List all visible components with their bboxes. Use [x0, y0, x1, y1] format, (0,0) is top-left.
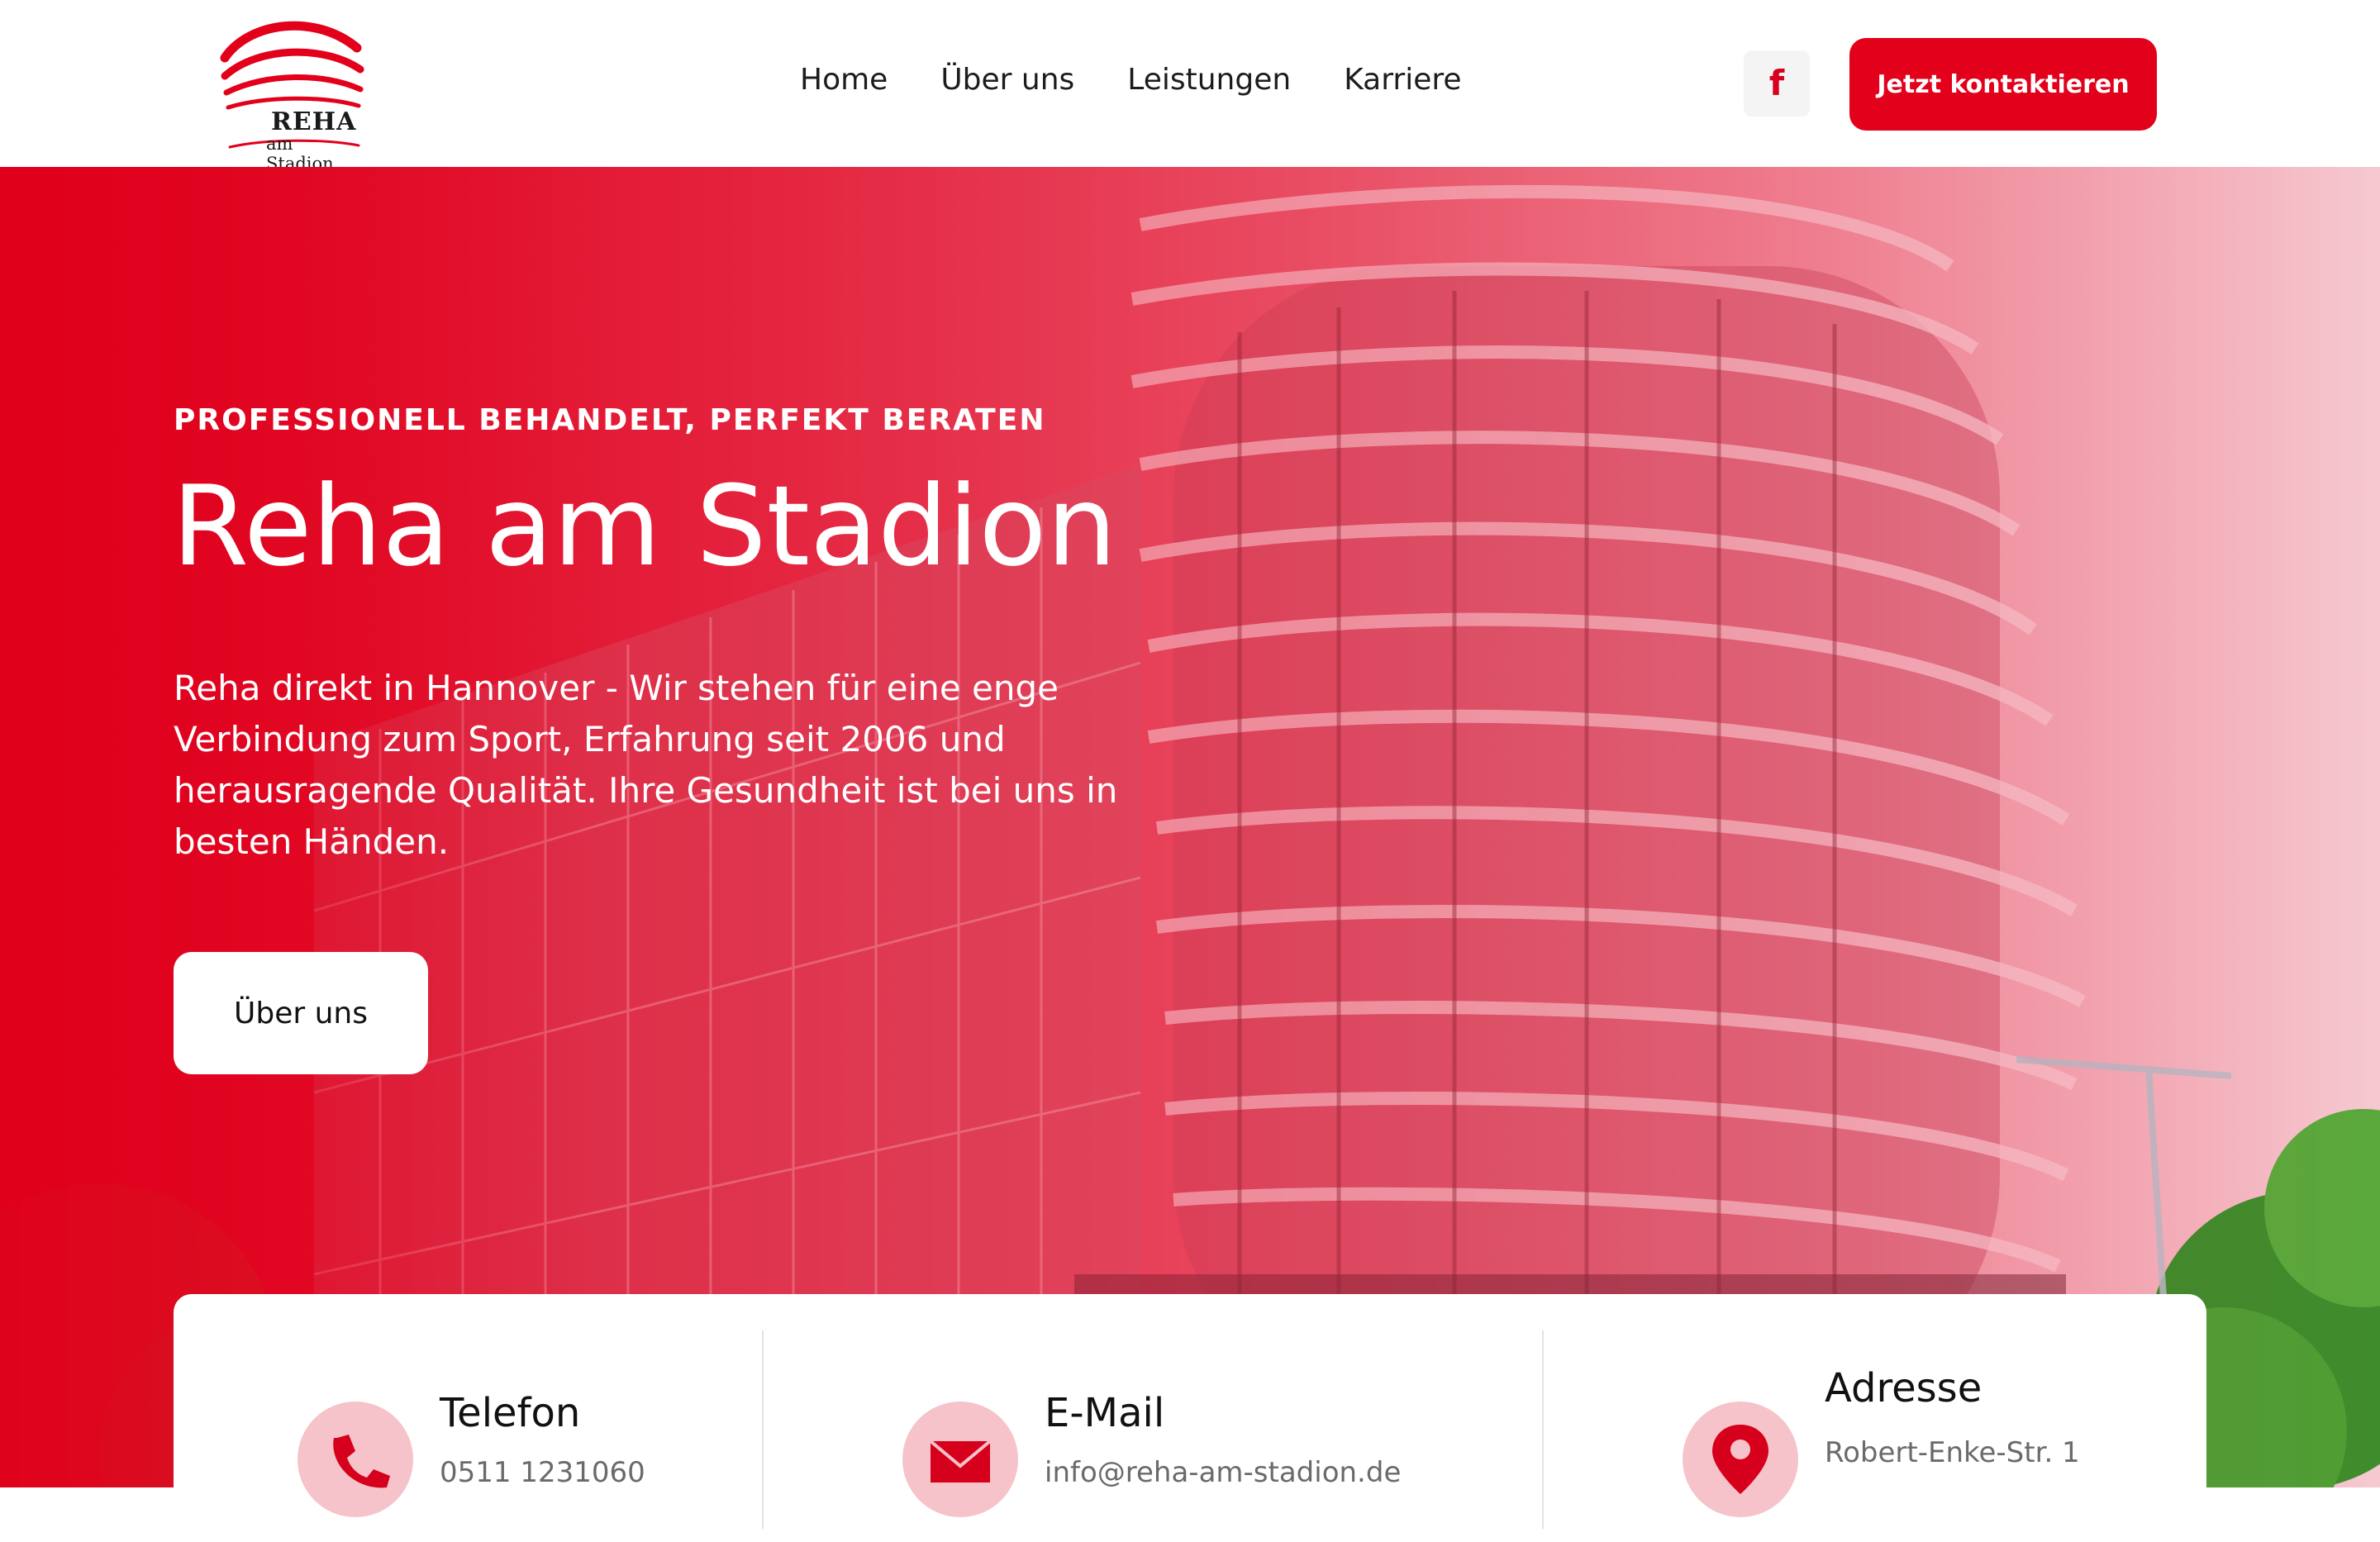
site-header: REHA am Stadion Home Über uns Leistungen… — [0, 0, 2380, 174]
contact-email-title: E-Mail — [1045, 1390, 1165, 1436]
logo[interactable]: REHA am Stadion — [217, 15, 365, 174]
contact-divider — [762, 1330, 764, 1529]
nav-item-leistungen[interactable]: Leistungen — [1127, 63, 1291, 97]
logo-wordmark: REHA — [271, 107, 357, 136]
nav-item-home[interactable]: Home — [800, 63, 888, 97]
phone-icon — [298, 1402, 413, 1517]
contact-divider — [1542, 1330, 1544, 1529]
mail-icon — [902, 1402, 1018, 1517]
nav-item-karriere[interactable]: Karriere — [1344, 63, 1461, 97]
main-nav: Home Über uns Leistungen Karriere — [800, 63, 1515, 97]
hero-tagline: PROFESSIONELL BEHANDELT, PERFEKT BERATEN — [174, 403, 1046, 437]
hero-description: Reha direkt in Hannover - Wir stehen für… — [174, 668, 1118, 862]
map-pin-icon — [1683, 1402, 1798, 1517]
contact-address-value: Robert-Enke-Str. 1 — [1825, 1436, 2080, 1469]
contact-address-title: Adresse — [1825, 1365, 1983, 1411]
hero-title: Reha am Stadion — [172, 462, 1117, 591]
contact-email-value[interactable]: info@reha-am-stadion.de — [1045, 1456, 1401, 1489]
facebook-button[interactable]: f — [1744, 50, 1810, 117]
about-us-button[interactable]: Über uns — [174, 952, 428, 1074]
contact-cta-button[interactable]: Jetzt kontaktieren — [1849, 38, 2157, 131]
nav-item-ueber-uns[interactable]: Über uns — [940, 63, 1074, 97]
contact-info-card: Telefon 0511 1231060 E-Mail info@reha-am… — [174, 1294, 2206, 1542]
hero-section: PROFESSIONELL BEHANDELT, PERFEKT BERATEN… — [0, 167, 2380, 1487]
facebook-icon: f — [1768, 63, 1785, 103]
contact-phone-title: Telefon — [440, 1390, 581, 1436]
contact-phone-value[interactable]: 0511 1231060 — [440, 1456, 645, 1489]
